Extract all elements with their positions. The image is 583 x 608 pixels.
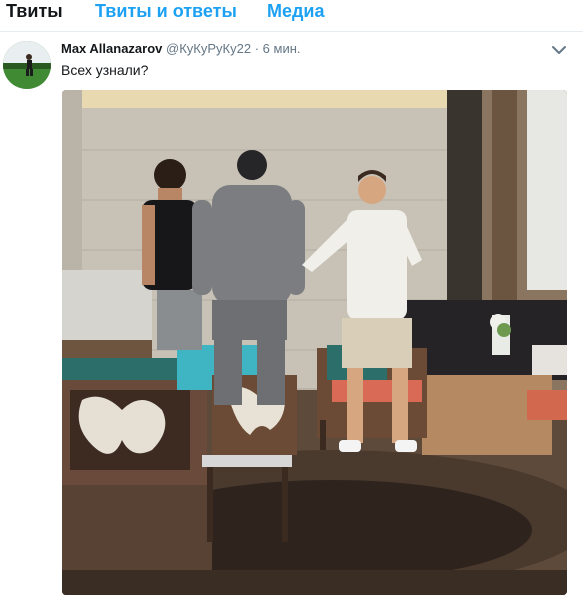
tweet-text: Всех узнали? [61, 62, 149, 78]
chevron-down-icon[interactable] [551, 43, 567, 55]
profile-tabs: Твиты Твиты и ответы Медиа [0, 0, 583, 32]
separator: · [254, 41, 260, 56]
author-handle[interactable]: @КуКуРуКу22 [166, 41, 251, 56]
tab-tweets-and-replies[interactable]: Твиты и ответы [95, 1, 237, 21]
tab-tweets[interactable]: Твиты [6, 1, 63, 21]
tab-media[interactable]: Медиа [267, 1, 325, 21]
tweet-photo[interactable] [62, 90, 567, 595]
tweet[interactable]: Max Allanazarov @КуКуРуКу22 · 6 мин. Все… [0, 33, 583, 608]
tweet-header: Max Allanazarov @КуКуРуКу22 · 6 мин. [61, 41, 301, 57]
author-name[interactable]: Max Allanazarov [61, 41, 162, 56]
avatar[interactable] [3, 41, 51, 89]
tweet-time[interactable]: 6 мин. [263, 41, 301, 56]
